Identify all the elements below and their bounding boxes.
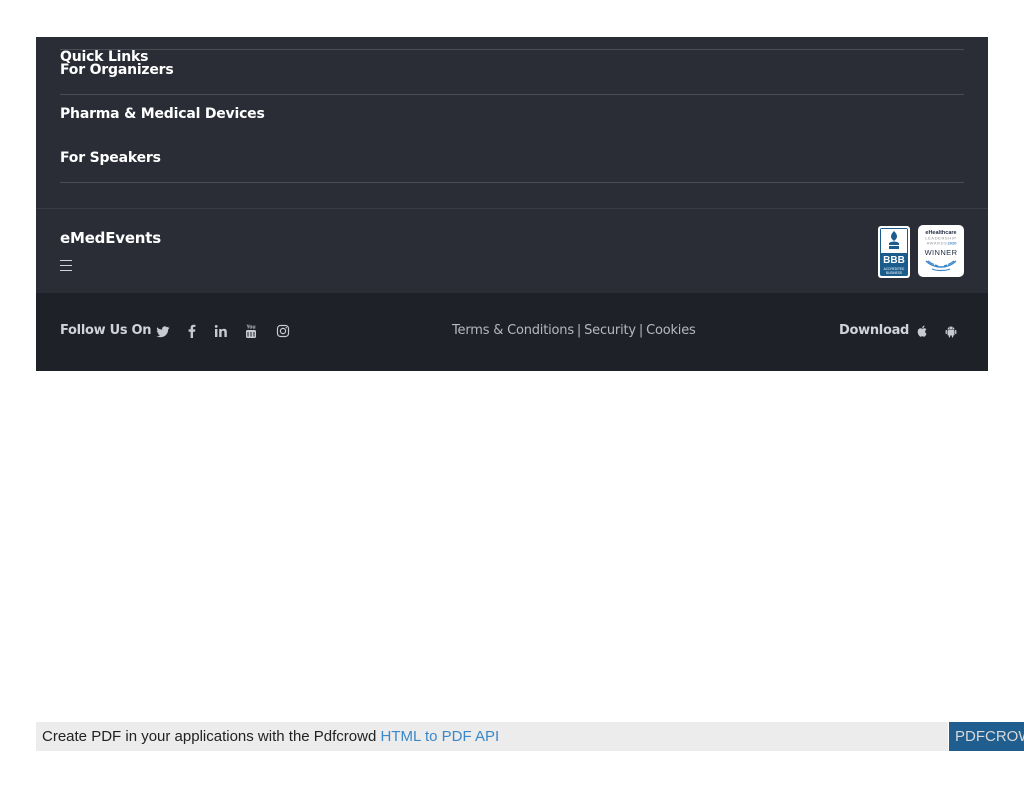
pdfcrowd-brand-label: PDFCROWD xyxy=(955,728,1024,745)
link-for-speakers[interactable]: For Speakers xyxy=(60,150,161,166)
quick-links-section: Quick Links For Organizers Pharma & Medi… xyxy=(36,37,988,208)
youtube-icon[interactable]: You xyxy=(243,323,259,339)
download-label: Download xyxy=(839,323,910,338)
svg-text:You: You xyxy=(246,325,255,331)
footer-bottom-bar: Follow Us On You Terms & Conditions | Secu… xyxy=(36,293,988,371)
separator: | xyxy=(638,323,644,338)
brand-name[interactable]: eMedEvents xyxy=(60,229,161,247)
terms-link[interactable]: Terms & Conditions xyxy=(452,323,574,338)
brand-section: eMedEvents BBB ACCREDITED BUSINESS eHeal… xyxy=(36,208,988,293)
pdfcrowd-message: Create PDF in your applications with the… xyxy=(42,728,377,745)
pdfcrowd-banner: Create PDF in your applications with the… xyxy=(36,722,948,751)
legal-links: Terms & Conditions | Security | Cookies xyxy=(452,323,696,338)
cookies-link[interactable]: Cookies xyxy=(646,323,696,338)
ehealthcare-line2: AWARDS xyxy=(927,241,948,246)
link-pharma-medical-devices[interactable]: Pharma & Medical Devices xyxy=(60,106,265,122)
apple-icon[interactable] xyxy=(914,323,930,339)
bbb-line2: BUSINESS xyxy=(886,271,902,275)
security-link[interactable]: Security xyxy=(584,323,636,338)
separator: | xyxy=(576,323,582,338)
divider xyxy=(60,182,964,183)
pdfcrowd-brand[interactable]: PDFCROWD xyxy=(949,722,1024,751)
divider xyxy=(60,94,964,95)
linkedin-icon[interactable] xyxy=(213,323,229,339)
android-icon[interactable] xyxy=(943,323,959,339)
bbb-accredited-badge[interactable]: BBB ACCREDITED BUSINESS xyxy=(878,226,910,278)
instagram-icon[interactable] xyxy=(275,323,291,339)
hamburger-menu-icon[interactable] xyxy=(60,260,72,272)
twitter-icon[interactable] xyxy=(155,323,171,339)
pdfcrowd-text: Create PDF in your applications with the… xyxy=(42,728,499,745)
facebook-icon[interactable] xyxy=(184,323,200,339)
bbb-title: BBB xyxy=(883,255,905,266)
link-for-organizers[interactable]: For Organizers xyxy=(60,62,174,78)
ehealthcare-status: WINNER xyxy=(925,248,958,257)
follow-us-label: Follow Us On xyxy=(60,323,152,338)
divider xyxy=(60,49,964,50)
ehealthcare-award-badge[interactable]: eHealthcare LEADERSHIP AWARDS 2020 WINNE… xyxy=(918,225,964,277)
html-to-pdf-api-link[interactable]: HTML to PDF API xyxy=(381,728,500,745)
ehealthcare-year: 2020 xyxy=(948,241,958,246)
